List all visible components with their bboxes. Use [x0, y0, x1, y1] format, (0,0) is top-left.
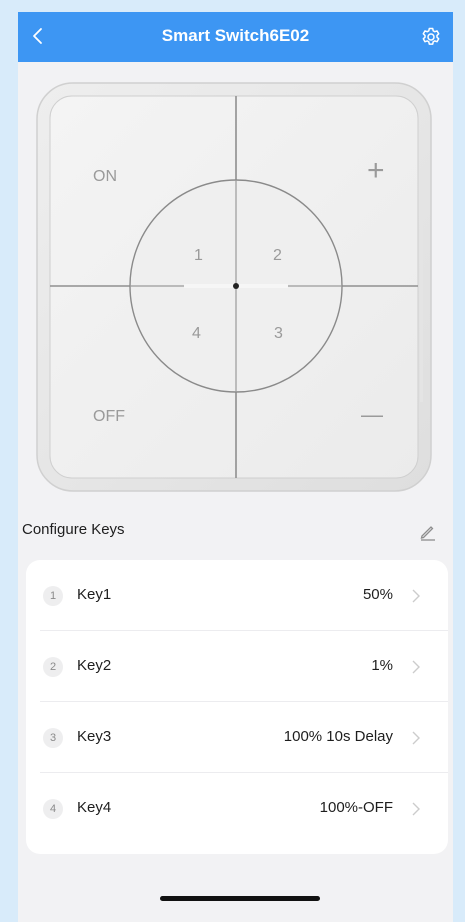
home-indicator[interactable] [160, 896, 320, 901]
panel-key-1[interactable]: 1 [194, 247, 203, 265]
list-item-key2[interactable]: 2 Key2 1% [26, 631, 448, 702]
off-label[interactable]: OFF [93, 408, 125, 426]
configure-keys-header: Configure Keys [18, 517, 453, 545]
list-item-key4[interactable]: 4 Key4 100%-OFF [26, 773, 448, 844]
chevron-right-icon [412, 731, 420, 745]
list-item-key3[interactable]: 3 Key3 100% 10s Delay [26, 702, 448, 773]
key-number-badge: 4 [43, 799, 63, 819]
key-name: Key2 [77, 657, 112, 674]
key-value: 1% [371, 657, 393, 674]
key-value: 100% 10s Delay [283, 728, 393, 745]
key-value: 100%-OFF [319, 799, 393, 816]
gear-icon[interactable] [419, 25, 443, 49]
panel-key-4[interactable]: 4 [192, 325, 201, 343]
switch-panel-image [36, 82, 432, 492]
pencil-icon[interactable] [416, 519, 440, 543]
panel-key-3[interactable]: 3 [274, 325, 283, 343]
minus-label[interactable]: — [361, 402, 383, 428]
on-label[interactable]: ON [93, 168, 117, 186]
configure-keys-title: Configure Keys [22, 521, 125, 538]
key-name: Key1 [77, 586, 112, 603]
keys-list: 1 Key1 50% 2 Key2 1% 3 Key3 100% 10s Del… [26, 560, 448, 854]
plus-label[interactable]: + [367, 154, 385, 188]
page-title: Smart Switch6E02 [161, 26, 310, 45]
key-name: Key4 [77, 799, 112, 816]
list-item-key1[interactable]: 1 Key1 50% [26, 560, 448, 631]
key-name: Key3 [77, 728, 112, 745]
key-number-badge: 2 [43, 657, 63, 677]
key-number-badge: 3 [43, 728, 63, 748]
app-screen: Smart Switch6E02 ON + OFF — 1 2 4 3 Conf… [18, 12, 453, 922]
key-number-badge: 1 [43, 586, 63, 606]
chevron-right-icon [412, 660, 420, 674]
chevron-right-icon [412, 802, 420, 816]
header-bar: Smart Switch6E02 [18, 12, 453, 62]
chevron-right-icon [412, 589, 420, 603]
key-value: 50% [362, 586, 393, 603]
panel-key-2[interactable]: 2 [273, 247, 282, 265]
switch-panel: ON + OFF — 1 2 4 3 [36, 82, 432, 492]
